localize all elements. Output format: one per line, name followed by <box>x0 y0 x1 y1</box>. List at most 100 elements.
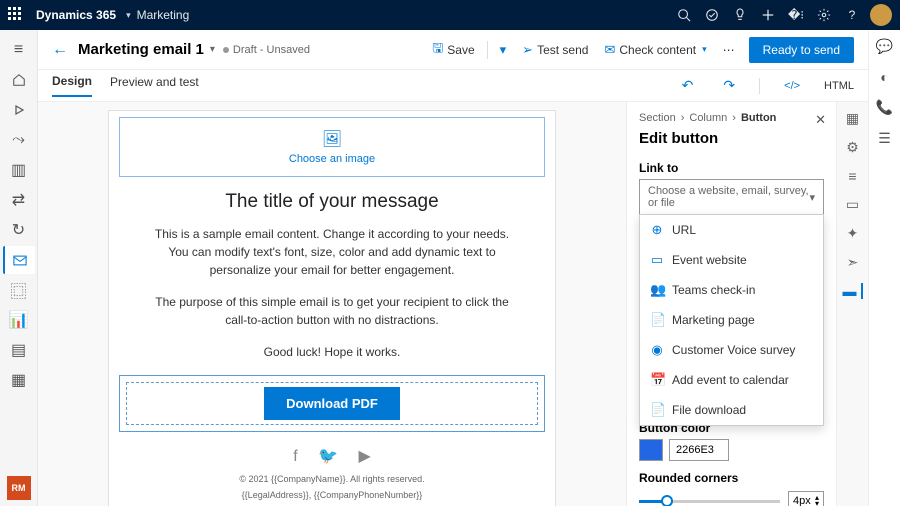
title-chevron-icon[interactable]: ▾ <box>210 44 215 55</box>
page-icon: 📄 <box>650 312 664 328</box>
save-button[interactable]: 🖫 Save <box>424 35 482 65</box>
grid-nav-icon[interactable]: ▦ <box>3 366 35 394</box>
list-icon[interactable]: ☰ <box>878 130 891 147</box>
add-icon[interactable] <box>754 0 782 30</box>
save-label: Save <box>447 43 474 57</box>
send-icon: ➢ <box>522 42 533 58</box>
play-icon[interactable] <box>3 96 35 124</box>
settings-icon[interactable]: ⚙ <box>846 139 859 156</box>
send-icon[interactable]: ➣ <box>847 254 859 271</box>
gear-icon[interactable] <box>810 0 838 30</box>
twitter-icon[interactable]: 🐦 <box>318 448 338 465</box>
option-file-download[interactable]: 📄File download <box>640 395 823 425</box>
rounded-label: Rounded corners <box>639 471 824 485</box>
assistant-icon[interactable]: ◐ <box>880 69 888 85</box>
globe-icon: ⊕ <box>650 222 664 238</box>
books-icon[interactable]: ▤ <box>3 336 35 364</box>
email-paragraph[interactable]: Good luck! Hope it works. <box>149 343 515 361</box>
linkto-menu: ⊕URL ▭Event website 👥Teams check-in 📄Mar… <box>639 214 824 426</box>
toolbox-rail: ▦ ⚙ ≡ ▭ ✦ ➣ ▬ <box>836 102 868 506</box>
crumb-column[interactable]: Column <box>689 112 727 124</box>
youtube-icon[interactable]: ▶ <box>358 448 370 465</box>
status-label: Draft - Unsaved <box>233 44 310 56</box>
chevron-down-icon: ▾ <box>809 191 815 204</box>
rounded-input[interactable]: 4px▴▾ <box>788 491 824 506</box>
option-teams-checkin[interactable]: 👥Teams check-in <box>640 275 823 305</box>
chevron-down-icon[interactable]: ▾ <box>126 10 131 21</box>
tab-design[interactable]: Design <box>52 74 92 97</box>
button-color-swatch[interactable] <box>639 439 663 461</box>
history-icon[interactable]: ↻ <box>3 216 35 244</box>
tab-preview[interactable]: Preview and test <box>110 75 199 96</box>
facebook-icon[interactable]: f <box>293 448 297 465</box>
email-title[interactable]: The title of your message <box>109 191 555 213</box>
chat-icon[interactable]: 💬 <box>876 38 893 55</box>
page-title: Marketing email 1 <box>78 41 204 58</box>
library-icon[interactable]: ▥ <box>3 156 35 184</box>
option-url[interactable]: ⊕URL <box>640 215 823 245</box>
rounded-slider[interactable] <box>639 500 780 503</box>
module-label[interactable]: Marketing <box>137 8 190 22</box>
calendar-icon: 📅 <box>650 372 664 388</box>
journey-icon[interactable]: ⤳ <box>3 126 35 154</box>
html-toggle[interactable]: HTML <box>824 80 854 92</box>
option-marketing-page[interactable]: 📄Marketing page <box>640 305 823 335</box>
ideas-icon[interactable]: ✦ <box>847 225 859 242</box>
option-customer-voice[interactable]: ◉Customer Voice survey <box>640 335 823 365</box>
code-icon[interactable]: </> <box>778 80 806 92</box>
footer-address: {{LegalAddress}}, {{CompanyPhoneNumber}} <box>109 490 555 500</box>
email-paragraph[interactable]: This is a sample email content. Change i… <box>149 225 515 279</box>
task-icon[interactable] <box>698 0 726 30</box>
blocks-icon[interactable]: ▭ <box>846 196 859 213</box>
crumb-section[interactable]: Section <box>639 112 676 124</box>
styles-icon[interactable]: ≡ <box>848 168 856 184</box>
flow-icon[interactable]: ⇄ <box>3 186 35 214</box>
elements-icon[interactable]: ▦ <box>846 110 859 127</box>
home-icon[interactable] <box>3 66 35 94</box>
cta-button[interactable]: Download PDF <box>264 387 400 420</box>
option-add-calendar[interactable]: 📅Add event to calendar <box>640 365 823 395</box>
lightbulb-icon[interactable] <box>726 0 754 30</box>
search-icon[interactable] <box>670 0 698 30</box>
email-canvas[interactable]: 🖼 Choose an image The title of your mess… <box>108 110 556 506</box>
persona-badge[interactable]: RM <box>7 476 31 500</box>
test-send-button[interactable]: ➢Test send <box>514 38 596 62</box>
chevron-down-icon: ▾ <box>702 44 707 55</box>
ready-to-send-button[interactable]: Ready to send <box>749 37 854 63</box>
image-placeholder-label: Choose an image <box>289 153 375 165</box>
check-content-button[interactable]: ✉Check content▾ <box>596 38 714 62</box>
teams-icon: 👥 <box>650 282 664 298</box>
activity-rail: 💬 ◐ 📞 ☰ <box>868 30 900 506</box>
template-icon[interactable]: ⿴ <box>3 276 35 304</box>
mail-check-icon: ✉ <box>604 42 615 58</box>
button-block-selected[interactable]: Download PDF <box>119 375 545 432</box>
email-icon[interactable] <box>3 246 35 274</box>
image-placeholder[interactable]: 🖼 Choose an image <box>119 117 545 177</box>
button-tool-icon[interactable]: ▬ <box>843 283 863 299</box>
filter-icon[interactable]: �⁝ <box>782 0 810 30</box>
phone-icon[interactable]: 📞 <box>876 99 893 116</box>
help-icon[interactable]: ? <box>838 0 866 30</box>
save-options[interactable]: ▾ <box>492 38 515 62</box>
status-dot <box>223 47 229 53</box>
save-icon: 🖫 <box>432 39 443 61</box>
properties-panel: ✕ Section› Column› Button Edit button Li… <box>626 102 836 506</box>
undo-icon[interactable]: ↶ <box>676 77 700 94</box>
stepper-icon[interactable]: ▴▾ <box>815 495 819 506</box>
option-event-website[interactable]: ▭Event website <box>640 245 823 275</box>
back-button[interactable]: ← <box>52 41 68 59</box>
brand-label: Dynamics 365 <box>36 8 116 22</box>
avatar[interactable] <box>870 4 892 26</box>
more-button[interactable]: ⋯ <box>715 39 743 61</box>
button-color-input[interactable] <box>669 439 729 461</box>
menu-icon[interactable]: ≡ <box>3 36 35 64</box>
redo-icon[interactable]: ↷ <box>717 77 741 94</box>
app-launcher-icon[interactable] <box>8 7 24 23</box>
insights-icon[interactable]: 📊 <box>3 306 35 334</box>
dropdown-placeholder: Choose a website, email, survey, or file <box>648 185 809 209</box>
close-icon[interactable]: ✕ <box>815 112 826 128</box>
footer-copyright: © 2021 {{CompanyName}}. All rights reser… <box>109 474 555 484</box>
linkto-dropdown[interactable]: Choose a website, email, survey, or file… <box>639 179 824 215</box>
email-paragraph[interactable]: The purpose of this simple email is to g… <box>149 293 515 329</box>
file-icon: 📄 <box>650 402 664 418</box>
